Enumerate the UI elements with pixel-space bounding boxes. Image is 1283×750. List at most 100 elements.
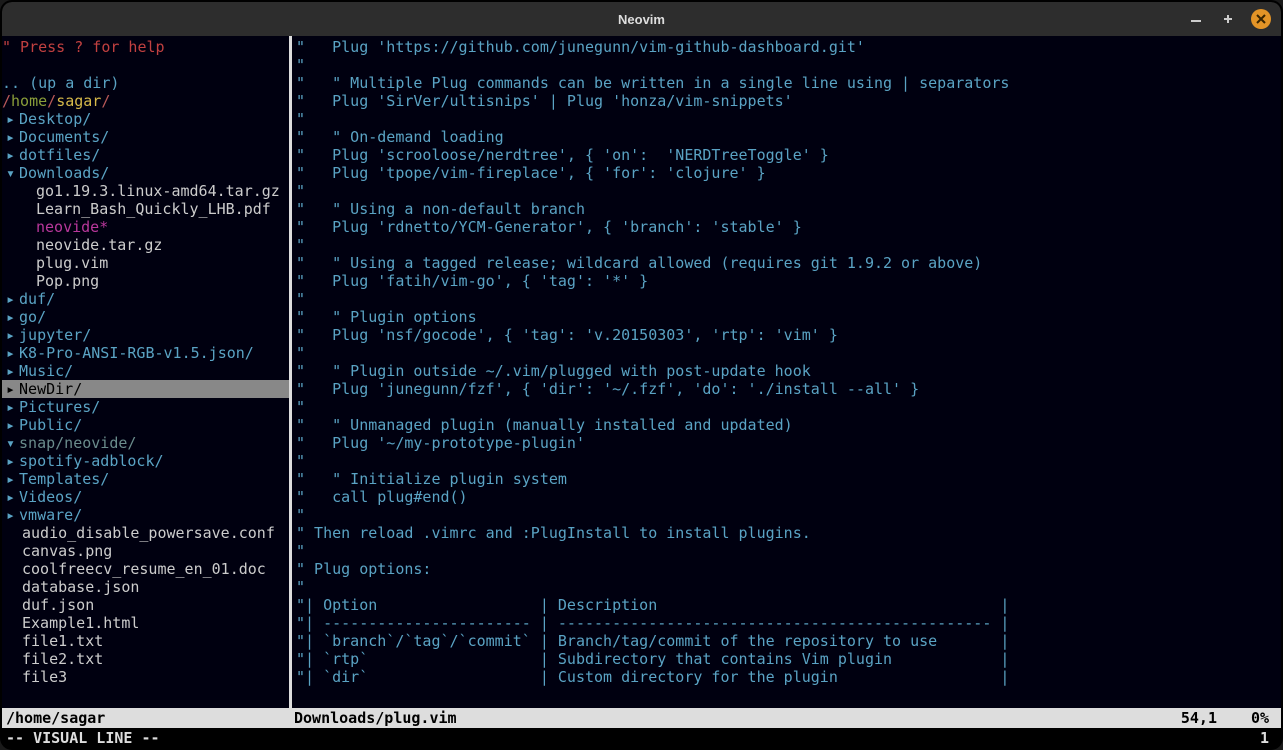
editor-line[interactable]: " " Plugin outside ~/.vim/plugged with p…: [296, 362, 1281, 380]
editor-line[interactable]: "| `rtp` | Subdirectory that contains Vi…: [296, 650, 1281, 668]
editor-line[interactable]: " " Using a tagged release; wildcard all…: [296, 254, 1281, 272]
status-file: Downloads/plug.vim: [294, 709, 1137, 727]
editor-line[interactable]: " Plug 'junegunn/fzf', { 'dir': '~/.fzf'…: [296, 380, 1281, 398]
editor-line[interactable]: " Plug 'rdnetto/YCM-Generator', { 'branc…: [296, 218, 1281, 236]
tree-file[interactable]: audio_disable_powersave.conf: [2, 524, 289, 542]
tree-file[interactable]: go1.19.3.linux-amd64.tar.gz: [2, 182, 289, 200]
file-label: file2.txt: [2, 650, 103, 668]
editor-line[interactable]: " " Using a non-default branch: [296, 200, 1281, 218]
dir-label: snap/neovide/: [19, 434, 136, 452]
chevron-down-icon: ▾: [2, 434, 19, 452]
tree-file[interactable]: file1.txt: [2, 632, 289, 650]
editor-pane[interactable]: " Plug 'https://github.com/junegunn/vim-…: [292, 36, 1281, 708]
tree-dir[interactable]: ▸Documents/: [2, 128, 289, 146]
chevron-right-icon: ▸: [2, 110, 19, 128]
editor-line[interactable]: ": [296, 578, 1281, 596]
chevron-right-icon: ▸: [2, 290, 19, 308]
up-dir-link[interactable]: .. (up a dir): [2, 74, 289, 92]
tree-dir[interactable]: ▸Public/: [2, 416, 289, 434]
tree-dir[interactable]: ▸go/: [2, 308, 289, 326]
dir-label: K8-Pro-ANSI-RGB-v1.5.json/: [19, 344, 254, 362]
editor-line[interactable]: " " Plugin options: [296, 308, 1281, 326]
file-label: Pop.png: [2, 272, 99, 290]
editor-line[interactable]: " " Initialize plugin system: [296, 470, 1281, 488]
editor-line[interactable]: " Plug 'scrooloose/nerdtree', { 'on': 'N…: [296, 146, 1281, 164]
editor-line[interactable]: ": [296, 542, 1281, 560]
tree-file[interactable]: neovide.tar.gz: [2, 236, 289, 254]
editor-line[interactable]: ": [296, 506, 1281, 524]
tree-dir[interactable]: ▸Desktop/: [2, 110, 289, 128]
editor-line[interactable]: "| ----------------------- | -----------…: [296, 614, 1281, 632]
tree-file[interactable]: Pop.png: [2, 272, 289, 290]
editor-line[interactable]: "| Option | Description |: [296, 596, 1281, 614]
tree-file[interactable]: database.json: [2, 578, 289, 596]
dir-label: Templates/: [19, 470, 109, 488]
tree-dir[interactable]: ▸NewDir/: [2, 380, 289, 398]
editor-line[interactable]: ": [296, 56, 1281, 74]
tree-dir[interactable]: ▸duf/: [2, 290, 289, 308]
tree-dir[interactable]: ▸K8-Pro-ANSI-RGB-v1.5.json/: [2, 344, 289, 362]
file-label: Example1.html: [2, 614, 139, 632]
editor-line[interactable]: ": [296, 236, 1281, 254]
tree-file[interactable]: canvas.png: [2, 542, 289, 560]
editor-line[interactable]: ": [296, 110, 1281, 128]
tree-dir[interactable]: ▾Downloads/: [2, 164, 289, 182]
chevron-right-icon: ▸: [2, 380, 19, 398]
tree-file[interactable]: Learn_Bash_Quickly_LHB.pdf: [2, 200, 289, 218]
editor-line[interactable]: " Plug 'https://github.com/junegunn/vim-…: [296, 38, 1281, 56]
maximize-button[interactable]: [1219, 10, 1237, 28]
tree-dir[interactable]: ▸Pictures/: [2, 398, 289, 416]
editor-line[interactable]: " Plug 'SirVer/ultisnips' | Plug 'honza/…: [296, 92, 1281, 110]
tree-dir[interactable]: ▸vmware/: [2, 506, 289, 524]
dir-label: spotify-adblock/: [19, 452, 164, 470]
tree-dir[interactable]: ▸Videos/: [2, 488, 289, 506]
editor-line[interactable]: ": [296, 452, 1281, 470]
tree-file[interactable]: plug.vim: [2, 254, 289, 272]
minimize-button[interactable]: [1187, 10, 1205, 28]
tree-file[interactable]: coolfreecv_resume_en_01.doc: [2, 560, 289, 578]
tree-file[interactable]: Example1.html: [2, 614, 289, 632]
tree-file[interactable]: file3: [2, 668, 289, 686]
dir-label: vmware/: [19, 506, 82, 524]
close-button[interactable]: [1251, 9, 1271, 29]
tree-dir[interactable]: ▾snap/neovide/: [2, 434, 289, 452]
editor-line[interactable]: " Plug options:: [296, 560, 1281, 578]
tree-file[interactable]: neovide*: [2, 218, 289, 236]
editor-line[interactable]: " call plug#end(): [296, 488, 1281, 506]
editor-line[interactable]: " Then reload .vimrc and :PlugInstall to…: [296, 524, 1281, 542]
tree-file[interactable]: file2.txt: [2, 650, 289, 668]
tree-dir[interactable]: ▸dotfiles/: [2, 146, 289, 164]
editor-line[interactable]: " Plug 'tpope/vim-fireplace', { 'for': '…: [296, 164, 1281, 182]
editor-line[interactable]: "| `dir` | Custom directory for the plug…: [296, 668, 1281, 686]
status-bar: /home/sagar Downloads/plug.vim 54,1 0%: [2, 708, 1281, 728]
content-area: " Press ? for help .. (up a dir) /home/s…: [2, 36, 1281, 708]
tree-dir[interactable]: ▸Templates/: [2, 470, 289, 488]
dir-label: Public/: [19, 416, 82, 434]
editor-line[interactable]: " " Multiple Plug commands can be writte…: [296, 74, 1281, 92]
editor-line[interactable]: "| `branch`/`tag`/`commit` | Branch/tag/…: [296, 632, 1281, 650]
blank-line: [2, 56, 289, 74]
dir-label: duf/: [19, 290, 55, 308]
file-tree-sidebar[interactable]: " Press ? for help .. (up a dir) /home/s…: [2, 36, 292, 708]
editor-line[interactable]: ": [296, 344, 1281, 362]
tree-dir[interactable]: ▸spotify-adblock/: [2, 452, 289, 470]
editor-line[interactable]: ": [296, 398, 1281, 416]
window-title: Neovim: [618, 12, 665, 27]
editor-line[interactable]: " Plug 'fatih/vim-go', { 'tag': '*' }: [296, 272, 1281, 290]
dir-label: Music/: [19, 362, 73, 380]
file-label: duf.json: [2, 596, 94, 614]
titlebar[interactable]: Neovim: [2, 2, 1281, 36]
editor-line[interactable]: " " Unmanaged plugin (manually installed…: [296, 416, 1281, 434]
dir-label: Downloads/: [19, 164, 109, 182]
path-root: /: [2, 92, 11, 110]
editor-line[interactable]: ": [296, 290, 1281, 308]
editor-line[interactable]: " " On-demand loading: [296, 128, 1281, 146]
file-label: neovide.tar.gz: [2, 236, 162, 254]
tree-dir[interactable]: ▸jupyter/: [2, 326, 289, 344]
editor-line[interactable]: ": [296, 182, 1281, 200]
dir-label: Pictures/: [19, 398, 100, 416]
editor-line[interactable]: " Plug 'nsf/gocode', { 'tag': 'v.2015030…: [296, 326, 1281, 344]
editor-line[interactable]: " Plug '~/my-prototype-plugin': [296, 434, 1281, 452]
tree-file[interactable]: duf.json: [2, 596, 289, 614]
tree-dir[interactable]: ▸Music/: [2, 362, 289, 380]
